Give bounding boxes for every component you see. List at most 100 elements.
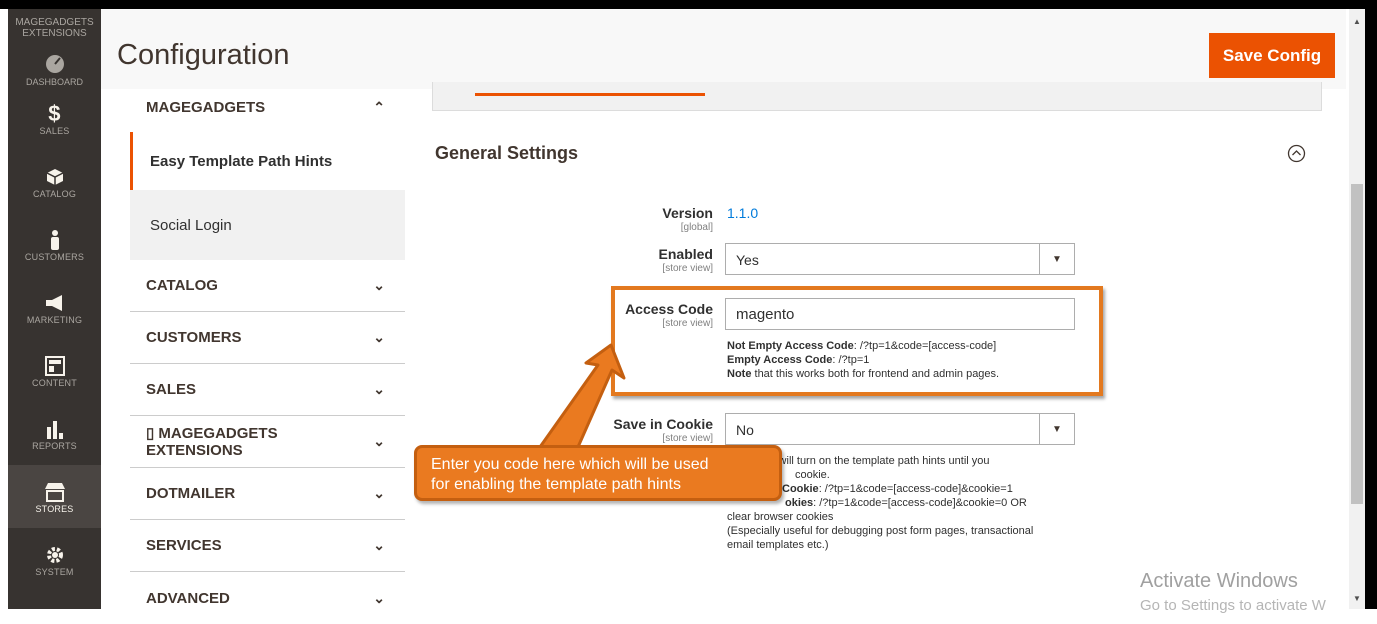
field-scope: [store view] bbox=[662, 263, 713, 274]
field-label: Save in Cookie bbox=[613, 416, 713, 432]
callout-tooltip: Enter you code here which will be used f… bbox=[414, 445, 782, 501]
box-icon bbox=[46, 165, 64, 189]
config-tabs: MAGEGADGETS ⌃ Easy Template Path Hints S… bbox=[130, 82, 405, 609]
tab-social-login[interactable]: Social Login bbox=[130, 190, 405, 260]
brand-line2: EXTENSIONS bbox=[22, 28, 87, 39]
note-line: cookie. bbox=[795, 469, 830, 481]
chevron-down-icon: ⌄ bbox=[373, 329, 385, 345]
select-value: No bbox=[736, 422, 754, 438]
highlight-box bbox=[611, 286, 1103, 396]
field-scope: [store view] bbox=[662, 433, 713, 444]
tab-group-label: SALES bbox=[146, 381, 197, 398]
nav-item-label: STORES bbox=[35, 503, 74, 514]
nav-item-content[interactable]: CONTENT bbox=[8, 339, 101, 402]
dollar-icon: $ bbox=[48, 100, 61, 126]
save-cookie-select[interactable]: No ▼ bbox=[725, 413, 1075, 445]
admin-nav: MAGEGADGETS EXTENSIONS DASHBOARD $ SALES… bbox=[8, 9, 101, 609]
chevron-down-icon: ⌄ bbox=[373, 433, 385, 449]
chevron-down-icon: ⌄ bbox=[373, 277, 385, 293]
dropdown-arrow-icon: ▼ bbox=[1039, 414, 1074, 444]
field-scope: [global] bbox=[680, 222, 713, 233]
tab-group-customers[interactable]: CUSTOMERS ⌄ bbox=[130, 312, 405, 364]
nav-item-label: CATALOG bbox=[32, 188, 77, 199]
enabled-select[interactable]: Yes ▼ bbox=[725, 243, 1075, 275]
chevron-down-icon: ⌄ bbox=[373, 381, 385, 397]
scroll-thumb[interactable] bbox=[1351, 184, 1363, 504]
nav-item-label: SYSTEM bbox=[35, 566, 74, 577]
nav-item-label: SALES bbox=[39, 125, 70, 136]
collapse-icon[interactable] bbox=[1287, 144, 1306, 163]
tab-group-advanced[interactable]: ADVANCED ⌄ bbox=[130, 572, 405, 624]
nav-item-label: MARKETING bbox=[26, 314, 83, 325]
page-title: Configuration bbox=[117, 39, 290, 71]
screen-edge bbox=[1365, 0, 1377, 609]
nav-item-label: CONTENT bbox=[32, 377, 77, 388]
save-config-button[interactable]: Save Config bbox=[1209, 33, 1335, 78]
note-line: (Especially useful for debugging post fo… bbox=[727, 525, 1034, 537]
nav-item-sales[interactable]: $ SALES bbox=[8, 87, 101, 150]
tab-group-catalog[interactable]: CATALOG ⌄ bbox=[130, 260, 405, 312]
nav-item-system[interactable]: SYSTEM bbox=[8, 528, 101, 591]
dropdown-arrow-icon: ▼ bbox=[1039, 244, 1074, 274]
chevron-up-icon: ⌃ bbox=[373, 98, 385, 115]
select-value: Yes bbox=[736, 252, 759, 268]
tab-group-label: ▯ MAGEGADGETS EXTENSIONS bbox=[146, 425, 278, 459]
tab-group-label: MAGEGADGETS bbox=[146, 98, 266, 116]
nav-item-label: CUSTOMERS bbox=[24, 251, 85, 262]
version-value: 1.1.0 bbox=[727, 205, 759, 221]
nav-item-customers[interactable]: CUSTOMERS bbox=[8, 213, 101, 276]
version-label: Version [global] bbox=[513, 205, 713, 233]
tab-group-dotmailer[interactable]: DOTMAILER ⌄ bbox=[130, 468, 405, 520]
note-text: : /?tp=1&code=[access-code]&cookie=1 bbox=[818, 483, 1013, 495]
layout-icon bbox=[44, 354, 65, 378]
tab-group-label: SERVICES bbox=[146, 537, 222, 554]
save-cookie-note: it will turn on the template path hints … bbox=[727, 454, 1097, 552]
chevron-down-icon: ⌄ bbox=[373, 485, 385, 501]
note-line: it will turn on the template path hints … bbox=[770, 455, 990, 467]
note-text: : /?tp=1&code=[access-code]&cookie=0 OR bbox=[813, 497, 1027, 509]
tab-group-label: DOTMAILER bbox=[146, 485, 236, 502]
nav-item-label: REPORTS bbox=[32, 440, 77, 451]
enabled-label: Enabled [store view] bbox=[513, 246, 713, 274]
tab-group-services[interactable]: SERVICES ⌄ bbox=[130, 520, 405, 572]
megaphone-icon bbox=[44, 291, 66, 315]
nav-item-marketing[interactable]: MARKETING bbox=[8, 276, 101, 339]
note-bold: Cookie bbox=[782, 483, 819, 495]
field-label: Version bbox=[662, 205, 713, 221]
scroll-down-icon[interactable]: ▼ bbox=[1352, 594, 1362, 603]
chevron-down-icon: ⌄ bbox=[373, 537, 385, 553]
chevron-down-icon: ⌄ bbox=[373, 589, 385, 606]
nav-item-reports[interactable]: REPORTS bbox=[8, 402, 101, 465]
bar-chart-icon bbox=[45, 417, 65, 441]
scroll-up-icon[interactable]: ▲ bbox=[1352, 17, 1362, 26]
page-scrollbar[interactable]: ▲ ▼ bbox=[1349, 9, 1365, 609]
nav-item-stores[interactable]: STORES bbox=[8, 465, 101, 528]
tab-group-label: CATALOG bbox=[146, 277, 218, 294]
tab-easy-template-path-hints[interactable]: Easy Template Path Hints bbox=[130, 132, 405, 190]
callout-line: Enter you code here which will be used bbox=[431, 456, 709, 473]
brand-logo[interactable]: MAGEGADGETS EXTENSIONS DASHBOARD bbox=[8, 9, 101, 87]
active-indicator bbox=[475, 93, 705, 96]
tab-group-label: ADVANCED bbox=[146, 589, 230, 607]
activate-windows-subtitle: Go to Settings to activate W bbox=[1140, 597, 1326, 614]
activate-windows-title: Activate Windows bbox=[1140, 570, 1298, 592]
note-line: clear browser cookies bbox=[727, 511, 834, 523]
person-icon bbox=[48, 228, 62, 252]
dashboard-icon bbox=[45, 55, 64, 73]
callout-line: for enabling the template path hints bbox=[431, 476, 681, 493]
tab-group-label: CUSTOMERS bbox=[146, 329, 242, 346]
tab-group-sales[interactable]: SALES ⌄ bbox=[130, 364, 405, 416]
gear-icon bbox=[45, 543, 65, 567]
note-bold: okies bbox=[785, 497, 814, 509]
nav-item-catalog[interactable]: CATALOG bbox=[8, 150, 101, 213]
brand-line1: MAGEGADGETS bbox=[15, 17, 94, 28]
note-line: email templates etc.) bbox=[727, 539, 829, 551]
previous-section-bar bbox=[432, 82, 1322, 111]
store-icon bbox=[44, 480, 66, 504]
tab-group-magegadgets-extensions[interactable]: ▯ MAGEGADGETS EXTENSIONS ⌄ bbox=[130, 416, 405, 468]
section-title[interactable]: General Settings bbox=[435, 143, 578, 164]
save-cookie-label: Save in Cookie [store view] bbox=[513, 416, 713, 444]
tab-group-magegadgets[interactable]: MAGEGADGETS ⌃ bbox=[130, 82, 405, 132]
page-header: Configuration Save Config bbox=[101, 9, 1346, 89]
field-label: Enabled bbox=[658, 246, 713, 262]
